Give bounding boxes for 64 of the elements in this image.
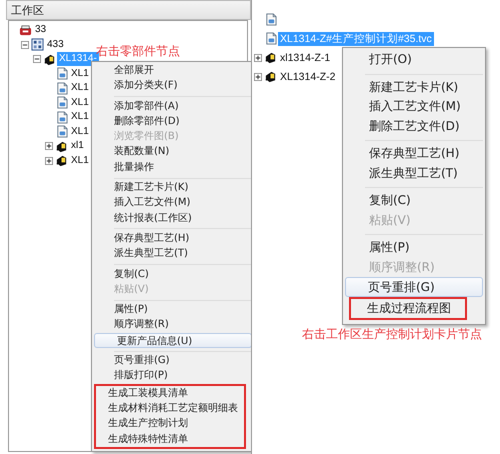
toolbox-icon <box>19 24 32 37</box>
menu-item[interactable]: 排版打印(P) <box>92 368 251 384</box>
menu-item[interactable]: 生成工装模具清单 <box>96 386 244 401</box>
menu-item[interactable]: 统计报表(工作区) <box>92 210 251 226</box>
expand-icon[interactable] <box>254 72 262 80</box>
tree-item[interactable]: XL1 <box>69 81 91 96</box>
menu-item[interactable]: 删除工艺文件(D) <box>343 116 485 136</box>
tree-item[interactable]: XL1314-Z-2 <box>278 70 338 84</box>
menu-item[interactable]: 顺序调整(R) <box>92 317 251 333</box>
menu-item[interactable]: 生成特殊特性清单 <box>96 432 244 447</box>
tree-item[interactable]: xl1314-Z-1 <box>278 50 332 64</box>
grid-icon <box>31 38 44 52</box>
document-icon <box>55 110 68 124</box>
tree-item[interactable]: 433 <box>45 38 66 52</box>
menu-item[interactable]: 生成生产控制计划 <box>96 416 244 432</box>
part-icon <box>55 154 68 168</box>
panel-title: 工作区 <box>11 2 44 18</box>
menu-item[interactable]: 打开(O) <box>343 50 485 70</box>
menu-item[interactable]: 复制(C) <box>343 191 485 210</box>
part-icon <box>264 70 277 83</box>
menu-item[interactable]: 保存典型工艺(H) <box>343 144 485 164</box>
menu-item[interactable]: 派生典型工艺(T) <box>92 246 251 262</box>
tree-item[interactable]: XL1 <box>69 66 91 81</box>
part-icon <box>43 52 56 66</box>
tree-item[interactable]: XL1 <box>69 154 91 168</box>
menu-item[interactable]: 属性(P) <box>92 302 251 318</box>
expand-icon[interactable] <box>45 142 53 150</box>
menu-item[interactable]: 页号重排(G) <box>92 353 251 368</box>
tree-item[interactable]: XL1 <box>69 124 91 139</box>
menu-item[interactable]: 保存典型工艺(H) <box>92 230 251 246</box>
part-icon <box>55 140 68 153</box>
menu-item[interactable]: 生成过程流程图 <box>351 298 465 318</box>
collapse-icon[interactable] <box>33 55 41 64</box>
menu-item[interactable]: 页号重排(G) <box>345 277 483 296</box>
document-icon <box>55 125 68 138</box>
menu-item[interactable]: 批量操作 <box>92 160 251 176</box>
menu-item[interactable]: 复制(C) <box>92 266 251 282</box>
menu-item[interactable]: 更新产品信息(U) <box>94 332 251 348</box>
menu-item[interactable]: 新建工艺卡片(K) <box>343 78 485 97</box>
menu-item[interactable]: 新建工艺卡片(K) <box>92 180 251 196</box>
expand-icon[interactable] <box>45 156 53 165</box>
expand-icon[interactable] <box>254 54 262 62</box>
document-icon <box>55 96 68 110</box>
menu-item[interactable]: 添加分类夹(F) <box>92 78 251 94</box>
annotation: 右击零部件节点 <box>96 44 180 58</box>
part-icon <box>264 51 277 64</box>
menu-item[interactable]: 派生典型工艺(T) <box>343 164 485 183</box>
menu-item[interactable]: 删除零部件(D) <box>92 114 251 130</box>
collapse-icon[interactable] <box>21 40 29 49</box>
menu-item[interactable]: 装配数量(N) <box>92 144 251 160</box>
menu-item[interactable]: 插入工艺文件(M) <box>92 195 251 211</box>
document-icon <box>264 32 277 45</box>
tree-item[interactable]: 33 <box>33 23 48 38</box>
tree-item[interactable]: xl1 <box>69 139 86 154</box>
menu-item[interactable]: 属性(P) <box>343 238 485 258</box>
document-icon <box>55 82 68 95</box>
tree-item[interactable]: XL1 <box>69 96 91 110</box>
menu-item[interactable]: 插入工艺文件(M) <box>343 97 485 116</box>
document-icon <box>55 67 68 80</box>
document-icon <box>264 13 277 26</box>
menu-item[interactable]: 添加零部件(A) <box>92 98 251 114</box>
tree-item[interactable]: XL1 <box>69 110 91 124</box>
annotation: 右击工作区生产控制计划卡片节点 <box>302 326 482 343</box>
menu-item[interactable]: 生成材料消耗工艺定额明细表 <box>96 400 244 416</box>
